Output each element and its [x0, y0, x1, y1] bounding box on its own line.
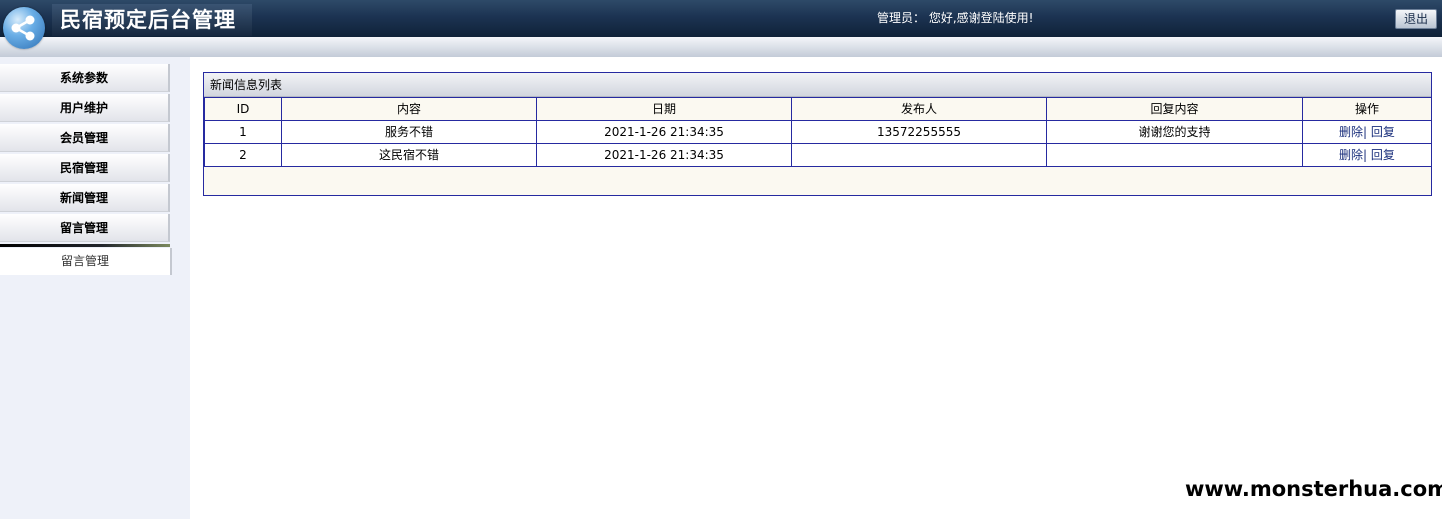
cell-reply: 谢谢您的支持 [1046, 120, 1303, 144]
top-header: 民宿预定后台管理 管理员： 您好,感谢登陆使用! 退出 [0, 0, 1442, 37]
cell-date: 2021-1-26 21:34:35 [536, 143, 792, 167]
cell-actions: 删除| 回复 [1302, 143, 1432, 167]
logout-button[interactable]: 退出 [1395, 9, 1437, 29]
table-row: 2 这民宿不错 2021-1-26 21:34:35 删除| 回复 [204, 143, 1432, 167]
reply-link[interactable]: 回复 [1371, 125, 1395, 139]
delete-link[interactable]: 删除| [1339, 125, 1367, 139]
welcome-text: 管理员： 您好,感谢登陆使用! [877, 11, 1034, 25]
cell-actions: 删除| 回复 [1302, 120, 1432, 144]
cell-publisher: 13572255555 [791, 120, 1047, 144]
sidebar-item-homestay-management[interactable]: 民宿管理 [0, 154, 170, 182]
column-header-publisher: 发布人 [791, 97, 1047, 121]
cell-content: 这民宿不错 [281, 143, 537, 167]
cell-content: 服务不错 [281, 120, 537, 144]
sidebar: 系统参数 用户维护 会员管理 民宿管理 新闻管理 留言管理 留言管理 [0, 57, 190, 519]
sidebar-item-news-management[interactable]: 新闻管理 [0, 184, 170, 212]
app-title: 民宿预定后台管理 [60, 8, 236, 32]
sidebar-item-member-management[interactable]: 会员管理 [0, 124, 170, 152]
delete-link[interactable]: 删除| [1339, 148, 1367, 162]
watermark-text: www.monsterhua.com [1185, 477, 1442, 501]
cell-date: 2021-1-26 21:34:35 [536, 120, 792, 144]
table-header-row: ID 内容 日期 发布人 回复内容 操作 [204, 97, 1432, 121]
sidebar-item-system-params[interactable]: 系统参数 [0, 64, 170, 92]
sidebar-item-user-maintenance[interactable]: 用户维护 [0, 94, 170, 122]
column-header-actions: 操作 [1302, 97, 1432, 121]
submenu-item-message-management[interactable]: 留言管理 [0, 248, 172, 275]
share-logo-icon [3, 7, 45, 49]
cell-reply [1046, 143, 1303, 167]
sidebar-item-message-management[interactable]: 留言管理 [0, 214, 170, 242]
column-header-content: 内容 [281, 97, 537, 121]
column-header-date: 日期 [536, 97, 792, 121]
table-row: 1 服务不错 2021-1-26 21:34:35 13572255555 谢谢… [204, 120, 1432, 144]
news-table: ID 内容 日期 发布人 回复内容 操作 1 服务不错 2021-1-26 21… [204, 97, 1432, 167]
column-header-reply: 回复内容 [1046, 97, 1303, 121]
panel-title: 新闻信息列表 [204, 73, 1431, 97]
sub-header-bar [0, 37, 1442, 57]
column-header-id: ID [204, 97, 282, 121]
cell-id: 2 [204, 143, 282, 167]
menu-divider [0, 244, 170, 247]
reply-link[interactable]: 回复 [1371, 148, 1395, 162]
news-list-panel: 新闻信息列表 ID 内容 日期 发布人 回复内容 操作 1 服务不错 2021-… [203, 72, 1432, 196]
cell-publisher [791, 143, 1047, 167]
cell-id: 1 [204, 120, 282, 144]
